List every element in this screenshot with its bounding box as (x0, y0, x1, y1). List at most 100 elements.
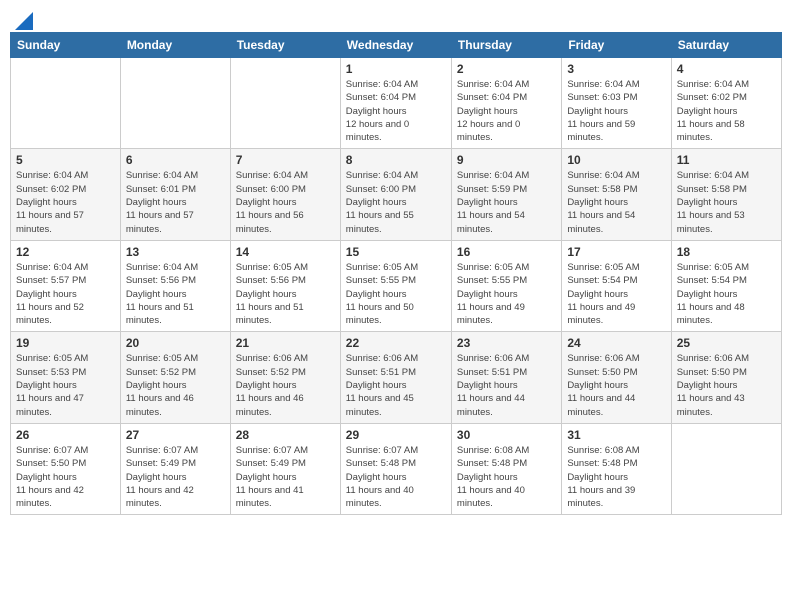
day-info: Sunrise: 6:04 AM Sunset: 6:00 PM Dayligh… (346, 169, 446, 235)
calendar-cell: 11 Sunrise: 6:04 AM Sunset: 5:58 PM Dayl… (671, 149, 781, 240)
day-info: Sunrise: 6:04 AM Sunset: 6:02 PM Dayligh… (677, 78, 776, 144)
calendar-cell: 28 Sunrise: 6:07 AM Sunset: 5:49 PM Dayl… (230, 423, 340, 514)
logo-triangle-icon (15, 12, 33, 30)
weekday-header-tuesday: Tuesday (230, 33, 340, 58)
day-number: 1 (346, 62, 446, 76)
day-number: 18 (677, 245, 776, 259)
calendar-cell: 31 Sunrise: 6:08 AM Sunset: 5:48 PM Dayl… (562, 423, 671, 514)
calendar-cell: 13 Sunrise: 6:04 AM Sunset: 5:56 PM Dayl… (120, 240, 230, 331)
day-number: 15 (346, 245, 446, 259)
day-info: Sunrise: 6:04 AM Sunset: 6:00 PM Dayligh… (236, 169, 335, 235)
calendar-cell: 16 Sunrise: 6:05 AM Sunset: 5:55 PM Dayl… (451, 240, 561, 331)
calendar-cell: 18 Sunrise: 6:05 AM Sunset: 5:54 PM Dayl… (671, 240, 781, 331)
day-info: Sunrise: 6:05 AM Sunset: 5:53 PM Dayligh… (16, 352, 115, 418)
day-info: Sunrise: 6:04 AM Sunset: 6:04 PM Dayligh… (346, 78, 446, 144)
logo (14, 16, 33, 26)
day-info: Sunrise: 6:04 AM Sunset: 6:02 PM Dayligh… (16, 169, 115, 235)
day-info: Sunrise: 6:07 AM Sunset: 5:48 PM Dayligh… (346, 444, 446, 510)
calendar-cell: 15 Sunrise: 6:05 AM Sunset: 5:55 PM Dayl… (340, 240, 451, 331)
calendar-cell: 23 Sunrise: 6:06 AM Sunset: 5:51 PM Dayl… (451, 332, 561, 423)
day-info: Sunrise: 6:04 AM Sunset: 5:58 PM Dayligh… (677, 169, 776, 235)
day-number: 20 (126, 336, 225, 350)
calendar-cell: 24 Sunrise: 6:06 AM Sunset: 5:50 PM Dayl… (562, 332, 671, 423)
day-info: Sunrise: 6:07 AM Sunset: 5:50 PM Dayligh… (16, 444, 115, 510)
day-info: Sunrise: 6:05 AM Sunset: 5:54 PM Dayligh… (567, 261, 665, 327)
calendar-cell (671, 423, 781, 514)
day-number: 24 (567, 336, 665, 350)
day-number: 3 (567, 62, 665, 76)
day-info: Sunrise: 6:04 AM Sunset: 5:59 PM Dayligh… (457, 169, 556, 235)
calendar-cell: 1 Sunrise: 6:04 AM Sunset: 6:04 PM Dayli… (340, 58, 451, 149)
day-info: Sunrise: 6:05 AM Sunset: 5:54 PM Dayligh… (677, 261, 776, 327)
day-info: Sunrise: 6:07 AM Sunset: 5:49 PM Dayligh… (126, 444, 225, 510)
day-number: 25 (677, 336, 776, 350)
day-info: Sunrise: 6:06 AM Sunset: 5:51 PM Dayligh… (346, 352, 446, 418)
day-number: 7 (236, 153, 335, 167)
weekday-header-sunday: Sunday (11, 33, 121, 58)
day-number: 31 (567, 428, 665, 442)
day-info: Sunrise: 6:04 AM Sunset: 5:57 PM Dayligh… (16, 261, 115, 327)
calendar-cell: 22 Sunrise: 6:06 AM Sunset: 5:51 PM Dayl… (340, 332, 451, 423)
calendar-cell: 19 Sunrise: 6:05 AM Sunset: 5:53 PM Dayl… (11, 332, 121, 423)
calendar-cell: 25 Sunrise: 6:06 AM Sunset: 5:50 PM Dayl… (671, 332, 781, 423)
weekday-header-saturday: Saturday (671, 33, 781, 58)
calendar-week-row: 19 Sunrise: 6:05 AM Sunset: 5:53 PM Dayl… (11, 332, 782, 423)
calendar-week-row: 26 Sunrise: 6:07 AM Sunset: 5:50 PM Dayl… (11, 423, 782, 514)
weekday-header-row: SundayMondayTuesdayWednesdayThursdayFrid… (11, 33, 782, 58)
calendar-cell: 14 Sunrise: 6:05 AM Sunset: 5:56 PM Dayl… (230, 240, 340, 331)
day-info: Sunrise: 6:06 AM Sunset: 5:51 PM Dayligh… (457, 352, 556, 418)
calendar-cell: 12 Sunrise: 6:04 AM Sunset: 5:57 PM Dayl… (11, 240, 121, 331)
calendar-cell: 7 Sunrise: 6:04 AM Sunset: 6:00 PM Dayli… (230, 149, 340, 240)
day-number: 6 (126, 153, 225, 167)
day-number: 17 (567, 245, 665, 259)
day-info: Sunrise: 6:05 AM Sunset: 5:56 PM Dayligh… (236, 261, 335, 327)
day-number: 10 (567, 153, 665, 167)
weekday-header-thursday: Thursday (451, 33, 561, 58)
weekday-header-friday: Friday (562, 33, 671, 58)
day-number: 23 (457, 336, 556, 350)
day-number: 14 (236, 245, 335, 259)
calendar-cell: 8 Sunrise: 6:04 AM Sunset: 6:00 PM Dayli… (340, 149, 451, 240)
calendar-week-row: 12 Sunrise: 6:04 AM Sunset: 5:57 PM Dayl… (11, 240, 782, 331)
day-info: Sunrise: 6:07 AM Sunset: 5:49 PM Dayligh… (236, 444, 335, 510)
day-info: Sunrise: 6:06 AM Sunset: 5:50 PM Dayligh… (677, 352, 776, 418)
calendar-cell: 26 Sunrise: 6:07 AM Sunset: 5:50 PM Dayl… (11, 423, 121, 514)
calendar-cell: 4 Sunrise: 6:04 AM Sunset: 6:02 PM Dayli… (671, 58, 781, 149)
day-info: Sunrise: 6:06 AM Sunset: 5:52 PM Dayligh… (236, 352, 335, 418)
calendar-cell: 27 Sunrise: 6:07 AM Sunset: 5:49 PM Dayl… (120, 423, 230, 514)
day-number: 11 (677, 153, 776, 167)
day-number: 26 (16, 428, 115, 442)
calendar-cell: 30 Sunrise: 6:08 AM Sunset: 5:48 PM Dayl… (451, 423, 561, 514)
day-number: 21 (236, 336, 335, 350)
day-number: 27 (126, 428, 225, 442)
calendar-cell: 21 Sunrise: 6:06 AM Sunset: 5:52 PM Dayl… (230, 332, 340, 423)
calendar-cell: 2 Sunrise: 6:04 AM Sunset: 6:04 PM Dayli… (451, 58, 561, 149)
day-number: 19 (16, 336, 115, 350)
day-number: 12 (16, 245, 115, 259)
day-number: 16 (457, 245, 556, 259)
day-info: Sunrise: 6:05 AM Sunset: 5:52 PM Dayligh… (126, 352, 225, 418)
calendar-cell (120, 58, 230, 149)
day-number: 29 (346, 428, 446, 442)
day-info: Sunrise: 6:08 AM Sunset: 5:48 PM Dayligh… (567, 444, 665, 510)
day-info: Sunrise: 6:04 AM Sunset: 6:03 PM Dayligh… (567, 78, 665, 144)
day-number: 2 (457, 62, 556, 76)
calendar-week-row: 5 Sunrise: 6:04 AM Sunset: 6:02 PM Dayli… (11, 149, 782, 240)
calendar-table: SundayMondayTuesdayWednesdayThursdayFrid… (10, 32, 782, 515)
day-number: 8 (346, 153, 446, 167)
day-number: 4 (677, 62, 776, 76)
calendar-cell: 17 Sunrise: 6:05 AM Sunset: 5:54 PM Dayl… (562, 240, 671, 331)
calendar-week-row: 1 Sunrise: 6:04 AM Sunset: 6:04 PM Dayli… (11, 58, 782, 149)
day-number: 13 (126, 245, 225, 259)
calendar-cell: 9 Sunrise: 6:04 AM Sunset: 5:59 PM Dayli… (451, 149, 561, 240)
day-info: Sunrise: 6:05 AM Sunset: 5:55 PM Dayligh… (457, 261, 556, 327)
weekday-header-monday: Monday (120, 33, 230, 58)
weekday-header-wednesday: Wednesday (340, 33, 451, 58)
day-number: 22 (346, 336, 446, 350)
calendar-cell (230, 58, 340, 149)
calendar-cell: 5 Sunrise: 6:04 AM Sunset: 6:02 PM Dayli… (11, 149, 121, 240)
calendar-cell: 29 Sunrise: 6:07 AM Sunset: 5:48 PM Dayl… (340, 423, 451, 514)
day-number: 30 (457, 428, 556, 442)
calendar-cell: 3 Sunrise: 6:04 AM Sunset: 6:03 PM Dayli… (562, 58, 671, 149)
calendar-cell: 6 Sunrise: 6:04 AM Sunset: 6:01 PM Dayli… (120, 149, 230, 240)
